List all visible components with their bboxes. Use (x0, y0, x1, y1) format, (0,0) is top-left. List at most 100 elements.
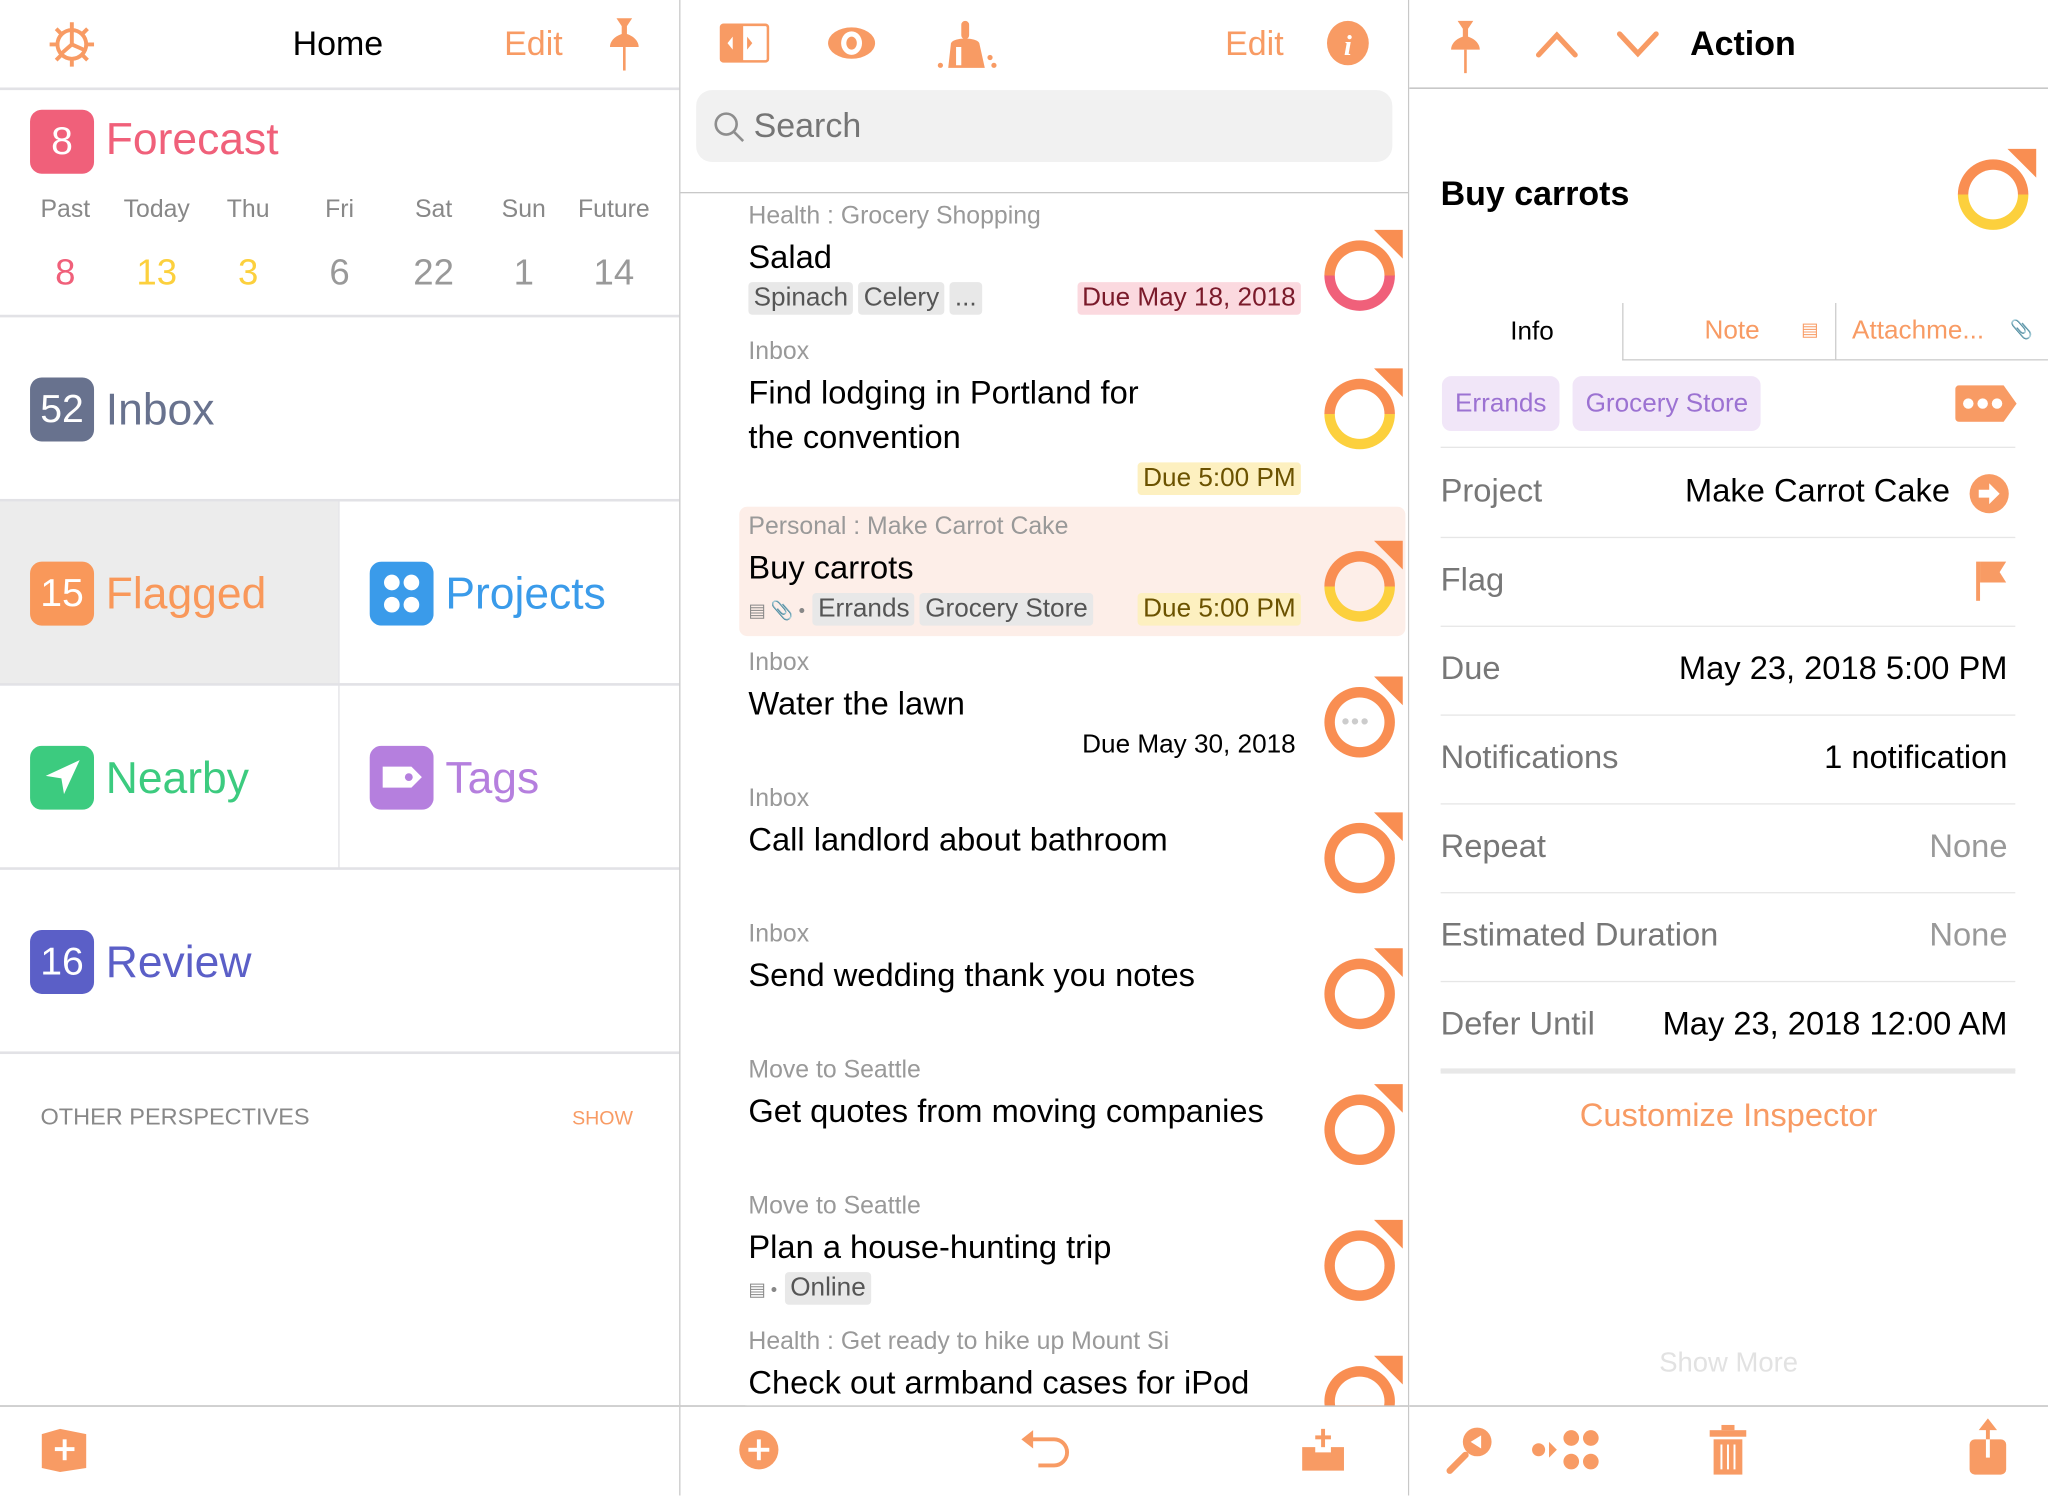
inspector-row[interactable]: Defer Until May 23, 2018 12:00 AM (1440, 982, 2016, 1072)
inspector-row[interactable]: Repeat None (1440, 805, 2016, 894)
task-row[interactable]: Move to Seattle Plan a house-hunting trip… (739, 1185, 1406, 1322)
trash-icon[interactable] (1708, 1424, 1747, 1476)
go-to-project-icon[interactable] (1968, 473, 2010, 515)
field-label: Estimated Duration (1440, 916, 1719, 954)
field-value[interactable]: May 23, 2018 12:00 AM (1663, 1006, 2008, 1044)
flag-icon[interactable] (1974, 559, 2011, 603)
task-status-circle[interactable] (1324, 1084, 1403, 1166)
show-more-button[interactable]: Show More (1409, 1348, 2048, 1379)
field-value[interactable]: Make Carrot Cake (1685, 473, 1950, 511)
forecast-day-label[interactable]: Past (20, 196, 111, 225)
info-icon[interactable]: i (1326, 20, 1370, 67)
inspector-row[interactable]: Due May 23, 2018 5:00 PM (1440, 627, 2016, 716)
sidebar-toggle-icon[interactable] (719, 23, 770, 63)
perspective-projects[interactable]: Projects (340, 502, 680, 685)
task-status-circle[interactable] (1324, 948, 1403, 1030)
task-status-circle[interactable] (1324, 229, 1403, 311)
forecast-day-label[interactable]: Sun (478, 196, 569, 225)
task-status-circle[interactable] (1324, 1355, 1403, 1406)
focus-icon[interactable] (1445, 1424, 1497, 1476)
customize-inspector-button[interactable]: Customize Inspector (1409, 1097, 2048, 1135)
field-value[interactable]: May 23, 2018 5:00 PM (1679, 650, 2008, 688)
forecast-day-label[interactable]: Fri (294, 196, 385, 225)
forecast-day-count[interactable]: 14 (568, 252, 659, 294)
view-options-eye-icon[interactable] (827, 24, 877, 63)
perspective-inbox[interactable]: 52 Inbox (0, 317, 679, 500)
task-status-circle[interactable] (1324, 1219, 1403, 1301)
task-context: Inbox (748, 784, 810, 813)
forecast-day-label[interactable]: Sat (388, 196, 479, 225)
field-value[interactable]: None (1929, 917, 2007, 955)
forecast-day-count[interactable]: 6 (294, 252, 385, 294)
perspective-tags[interactable]: Tags (340, 686, 680, 869)
task-status-circle[interactable] (1957, 148, 2037, 230)
tab-info[interactable]: Info (1441, 303, 1624, 360)
list-edit-button[interactable]: Edit (1225, 24, 1284, 64)
task-row[interactable]: Inbox Call landlord about bathroom (739, 778, 1406, 915)
tab-note[interactable]: Note (1704, 316, 1759, 346)
search-input[interactable] (753, 100, 1368, 151)
perspective-nearby[interactable]: Nearby (0, 686, 338, 869)
inspector-row[interactable]: Estimated Duration None (1440, 893, 2016, 983)
forecast-day-label[interactable]: Thu (202, 196, 293, 225)
chevron-down-icon[interactable] (1616, 29, 1660, 60)
home-sidebar: Home Edit 8 Forecast Past 8 Today 13 Thu 3 Fri… (0, 0, 680, 1496)
task-row[interactable]: Move to Seattle Get quotes from moving co… (739, 1050, 1406, 1186)
task-status-circle[interactable] (1324, 812, 1403, 894)
perspective-flagged[interactable]: 15 Flagged (0, 501, 339, 685)
tab-attachments[interactable]: Attachme... (1852, 316, 1984, 346)
home-edit-button[interactable]: Edit (504, 24, 563, 64)
pin-icon[interactable] (1446, 18, 1485, 75)
undo-icon[interactable] (1017, 1429, 1072, 1471)
task-status-circle[interactable] (1324, 540, 1403, 622)
perspective-review[interactable]: 16 Review (0, 870, 679, 1053)
forecast-day-count[interactable]: 22 (388, 252, 479, 294)
inspector-row[interactable]: Flag (1440, 538, 2016, 627)
tag-chip[interactable]: Errands (1441, 376, 1560, 432)
task-row[interactable]: Inbox Send wedding thank you notes (739, 914, 1406, 1051)
forecast-day-label[interactable]: Future (568, 196, 659, 225)
show-perspectives-button[interactable]: SHOW (572, 1108, 633, 1130)
gear-icon[interactable] (48, 21, 95, 68)
task-row[interactable]: Health : Get ready to hike up Mount Si Ch… (739, 1321, 1406, 1406)
add-perspective-icon[interactable] (39, 1426, 89, 1473)
forecast-day-count[interactable]: 3 (202, 252, 293, 294)
field-value[interactable]: None (1929, 828, 2007, 866)
field-label: Notifications (1440, 739, 1619, 776)
task-status-circle[interactable]: ••• (1324, 676, 1403, 758)
task-row[interactable]: Inbox Water the lawn Due May 30, 2018 ••• (739, 642, 1406, 779)
inspector-task-title[interactable]: Buy carrots (1441, 174, 1630, 214)
move-to-project-icon[interactable] (1531, 1429, 1602, 1471)
tag-chip[interactable]: Grocery Store (1572, 376, 1762, 432)
edit-tags-icon[interactable] (1955, 385, 2018, 422)
add-action-icon[interactable] (738, 1429, 780, 1471)
task-title: Salad (748, 239, 832, 276)
pin-icon[interactable] (605, 16, 644, 73)
projects-icon (369, 561, 434, 626)
forecast-badge: 8 (30, 109, 95, 174)
forecast-day-count[interactable]: 13 (111, 252, 202, 294)
task-context: Move to Seattle (748, 1192, 921, 1220)
task-title: Call landlord about bathroom (748, 821, 1168, 859)
chevron-up-icon[interactable] (1535, 29, 1579, 60)
task-status-circle[interactable] (1324, 368, 1403, 450)
flagged-label: Flagged (105, 569, 267, 620)
clean-up-broom-icon[interactable] (933, 18, 998, 70)
tag-chip: ... (949, 282, 982, 315)
search-field[interactable] (696, 90, 1393, 162)
nearby-label: Nearby (105, 753, 249, 804)
task-row[interactable]: Health : Grocery Shopping Salad Spinach Cel… (739, 195, 1406, 332)
forecast-day-count[interactable]: 8 (20, 252, 111, 294)
forecast-day-count[interactable]: 1 (478, 252, 569, 294)
inbox-capture-icon[interactable] (1300, 1426, 1347, 1473)
search-icon (714, 112, 745, 142)
inbox-label: Inbox (105, 385, 215, 435)
share-icon[interactable] (1967, 1418, 2009, 1475)
task-row[interactable]: Inbox Find lodging in Portland for the co… (739, 331, 1406, 507)
inspector-row[interactable]: Project Make Carrot Cake (1440, 449, 2016, 539)
inbox-badge: 52 (30, 377, 95, 442)
forecast-day-label[interactable]: Today (111, 196, 202, 225)
field-value[interactable]: 1 notification (1824, 739, 2007, 777)
inspector-row[interactable]: Notifications 1 notification (1440, 716, 2016, 805)
task-row[interactable]: Personal : Make Carrot Cake Buy carrots ▤ … (739, 506, 1406, 637)
